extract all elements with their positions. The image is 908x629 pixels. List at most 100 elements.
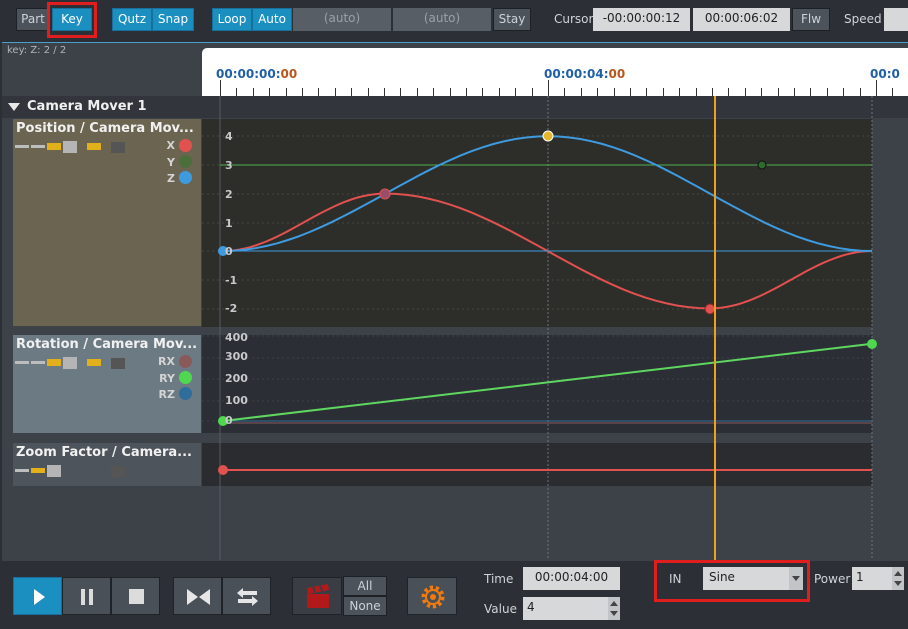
ruler-label-4: 00:00:04:00	[544, 67, 626, 81]
qutz-button[interactable]: Qutz	[112, 8, 152, 31]
play-icon	[34, 589, 45, 605]
follow-button[interactable]: Flw	[792, 8, 830, 31]
chevron-down-icon[interactable]	[789, 567, 803, 590]
channel-z-label: Z	[167, 172, 175, 185]
channel-rz-toggle[interactable]	[179, 387, 192, 400]
pos-ytick-4: 4	[225, 130, 233, 143]
curve-canvas[interactable]	[202, 96, 908, 560]
play-button[interactable]	[13, 577, 62, 615]
channel-rz-label: RZ	[158, 388, 175, 401]
ruler-tick	[794, 88, 795, 96]
rot-ytick-300: 300	[225, 350, 248, 363]
ruler-tick	[236, 88, 238, 96]
power-field[interactable]: 1	[852, 567, 892, 590]
ruler-tick	[302, 88, 303, 96]
ruler-tick	[646, 88, 648, 96]
ruler-tick	[466, 88, 467, 96]
settings-button[interactable]	[407, 577, 457, 615]
z-keyframe-selected[interactable]	[542, 130, 554, 142]
collapse-triangle-icon[interactable]	[8, 103, 20, 111]
zoom-track-controls[interactable]	[15, 465, 130, 477]
clapper-button[interactable]	[292, 577, 342, 615]
ruler-tick	[777, 88, 779, 96]
zoom-curve-bg	[202, 443, 872, 486]
ruler-tick	[712, 88, 713, 96]
clapperboard-icon	[307, 584, 329, 608]
channel-x-toggle[interactable]	[179, 139, 192, 152]
swap-arrows-icon	[237, 588, 258, 606]
loop-end-field[interactable]: (auto)	[393, 8, 491, 31]
rotation-track-header[interactable]: Rotation / Camera Mov... RX RY RZ	[13, 335, 201, 433]
power-spinner[interactable]	[892, 567, 904, 590]
pos-ytick-3: 3	[225, 159, 233, 172]
speed-field[interactable]	[884, 8, 908, 31]
ruler-tick	[810, 88, 812, 96]
channel-ry-label: RY	[159, 372, 175, 385]
power-label: Power	[814, 572, 851, 586]
clapper-small-icon	[111, 358, 125, 369]
channel-ry-toggle[interactable]	[179, 371, 192, 384]
select-none-button[interactable]: None	[343, 596, 387, 616]
part-button[interactable]: Part	[16, 8, 50, 31]
pause-button[interactable]	[62, 577, 111, 615]
swap-button[interactable]	[222, 577, 271, 615]
ruler-tick	[728, 88, 730, 96]
rotation-track-title: Rotation / Camera Mov...	[16, 337, 198, 352]
value-label: Value	[484, 602, 517, 616]
ruler-tick	[695, 88, 697, 96]
bowtie-icon	[187, 589, 210, 605]
x-keyframe-2[interactable]	[704, 303, 716, 315]
time-field[interactable]: 00:00:04:00	[523, 567, 620, 590]
ruler-label-0: 00:00:00:00	[216, 67, 298, 81]
rotation-track-controls[interactable]	[15, 357, 130, 369]
position-track-controls[interactable]	[15, 141, 130, 153]
select-all-button[interactable]: All	[343, 576, 387, 596]
ruler-tick	[252, 88, 254, 96]
rot-ytick-0: 0	[225, 414, 233, 427]
ruler-tick	[679, 88, 681, 96]
ruler-tick	[597, 88, 599, 96]
pos-ytick-m1: -1	[225, 274, 238, 287]
value-field[interactable]: 4	[523, 597, 608, 620]
ruler-tick	[564, 88, 566, 96]
ruler-tick	[843, 88, 845, 96]
ruler-tick	[220, 80, 221, 96]
channel-z-toggle[interactable]	[179, 171, 192, 184]
pos-ytick-m2: -2	[225, 302, 238, 315]
rot-ytick-200: 200	[225, 372, 248, 385]
auto-button[interactable]: Auto	[252, 8, 292, 31]
pos-ytick-0: 0	[225, 245, 233, 258]
position-track-title: Position / Camera Mov...	[16, 121, 194, 136]
ruler-tick	[449, 88, 451, 96]
curve-editor[interactable]	[202, 96, 908, 560]
speed-label: Speed	[844, 12, 882, 26]
stay-button[interactable]: Stay	[493, 8, 531, 31]
ruler-tick	[580, 88, 582, 96]
key-info: key: Z: 2 / 2	[7, 45, 67, 56]
channel-y-toggle[interactable]	[179, 155, 192, 168]
cursor-time-field[interactable]: -00:00:00:12	[593, 8, 690, 31]
ruler-tick	[351, 88, 353, 96]
ruler-tick	[285, 88, 287, 96]
zoom-keyframe[interactable]	[218, 465, 228, 475]
bowtie-button[interactable]	[173, 577, 222, 615]
position-track-header[interactable]: Position / Camera Mov... X Y Z	[13, 119, 201, 326]
cursor-end-field[interactable]: 00:00:06:02	[693, 8, 790, 31]
value-spinner[interactable]	[608, 597, 620, 620]
x-keyframe-1[interactable]	[379, 188, 391, 200]
easing-select[interactable]: Sine	[703, 567, 790, 590]
zoom-track-header[interactable]: Zoom Factor / Camera...	[13, 443, 201, 486]
ruler-tick	[613, 88, 615, 96]
loop-button[interactable]: Loop	[212, 8, 252, 31]
time-ruler[interactable]: 00:00:00:00 00:00:04:00 00:0	[202, 48, 908, 96]
snap-button[interactable]: Snap	[152, 8, 194, 31]
loop-start-field[interactable]: (auto)	[293, 8, 391, 31]
ruler-tick	[498, 88, 500, 96]
pause-icon	[81, 589, 85, 605]
stop-button[interactable]	[111, 577, 160, 615]
channel-rx-toggle[interactable]	[179, 355, 192, 368]
ry-keyframe-end[interactable]	[867, 339, 877, 349]
y-keyframe[interactable]	[757, 160, 767, 170]
key-highlight	[47, 2, 97, 38]
gear-icon	[421, 585, 445, 609]
